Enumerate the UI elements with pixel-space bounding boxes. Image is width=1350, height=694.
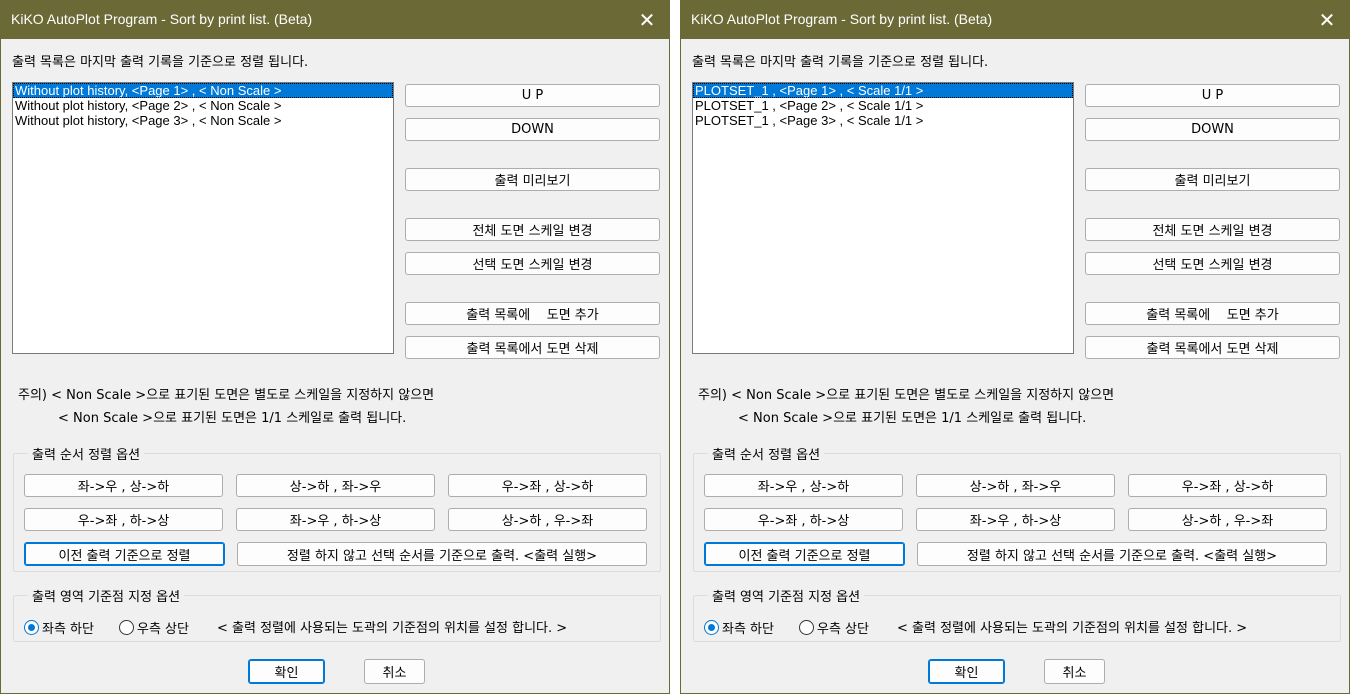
group-label: 출력 순서 정렬 옵션 <box>708 444 825 463</box>
sort-rl-bt-button[interactable]: 우->좌 , 하->상 <box>704 508 903 531</box>
radio-checked-icon[interactable] <box>24 620 39 635</box>
preview-button[interactable]: 출력 미리보기 <box>405 168 660 191</box>
sort-tb-lr-button[interactable]: 상->하 , 좌->우 <box>236 474 435 497</box>
note-line-2: < Non Scale >으로 표기된 도면은 1/1 스케일로 출력 됩니다. <box>58 411 407 426</box>
no-sort-run-button[interactable]: 정렬 하지 않고 선택 순서를 기준으로 출력. <출력 실행> <box>237 542 647 566</box>
list-item[interactable]: Without plot history, <Page 2> , < Non S… <box>13 98 393 113</box>
radio-label: 우측 상단 <box>817 622 869 637</box>
radio-top-right[interactable]: 우측 상단 <box>799 618 869 637</box>
remove-drawing-button[interactable]: 출력 목록에서 도면 삭제 <box>1085 336 1340 359</box>
info-text: 출력 목록은 마지막 출력 기록을 기준으로 정렬 됩니다. <box>692 55 989 70</box>
sort-tb-rl-button[interactable]: 상->하 , 우->좌 <box>1128 508 1327 531</box>
sort-lr-bt-button[interactable]: 좌->우 , 하->상 <box>916 508 1115 531</box>
dialog-window-left: KiKO AutoPlot Program - Sort by print li… <box>0 0 670 694</box>
list-item[interactable]: Without plot history, <Page 3> , < Non S… <box>13 113 393 128</box>
scale-all-button[interactable]: 전체 도면 스케일 변경 <box>1085 218 1340 241</box>
sort-rl-tb-button[interactable]: 우->좌 , 상->하 <box>448 474 647 497</box>
radio-bottom-left[interactable]: 좌측 하단 <box>24 618 94 637</box>
radio-unchecked-icon[interactable] <box>119 620 134 635</box>
title-bar[interactable]: KiKO AutoPlot Program - Sort by print li… <box>681 1 1349 39</box>
scale-all-button[interactable]: 전체 도면 스케일 변경 <box>405 218 660 241</box>
list-item[interactable]: Without plot history, <Page 1> , < Non S… <box>13 83 393 98</box>
scale-selected-button[interactable]: 선택 도면 스케일 변경 <box>405 252 660 275</box>
prev-sort-button[interactable]: 이전 출력 기준으로 정렬 <box>704 542 905 566</box>
close-icon[interactable]: ✕ <box>1305 1 1349 39</box>
window-title: KiKO AutoPlot Program - Sort by print li… <box>11 11 313 27</box>
sort-lr-bt-button[interactable]: 좌->우 , 하->상 <box>236 508 435 531</box>
note-line-1: 주의) < Non Scale >으로 표기된 도면은 별도로 스케일을 지정하… <box>698 388 1115 403</box>
ok-button[interactable]: 확인 <box>928 659 1005 684</box>
preview-button[interactable]: 출력 미리보기 <box>1085 168 1340 191</box>
down-button[interactable]: DOWN <box>1085 118 1340 141</box>
up-button[interactable]: U P <box>405 84 660 107</box>
title-bar[interactable]: KiKO AutoPlot Program - Sort by print li… <box>1 1 669 39</box>
origin-description: < 출력 정렬에 사용되는 도곽의 기준점의 위치를 설정 합니다. > <box>217 621 568 636</box>
dialog-window-right: KiKO AutoPlot Program - Sort by print li… <box>680 0 1350 694</box>
remove-drawing-button[interactable]: 출력 목록에서 도면 삭제 <box>405 336 660 359</box>
list-item[interactable]: PLOTSET_1 , <Page 1> , < Scale 1/1 > <box>693 83 1073 98</box>
sort-lr-tb-button[interactable]: 좌->우 , 상->하 <box>24 474 223 497</box>
radio-unchecked-icon[interactable] <box>799 620 814 635</box>
origin-description: < 출력 정렬에 사용되는 도곽의 기준점의 위치를 설정 합니다. > <box>897 621 1248 636</box>
info-text: 출력 목록은 마지막 출력 기록을 기준으로 정렬 됩니다. <box>12 55 309 70</box>
up-button[interactable]: U P <box>1085 84 1340 107</box>
radio-checked-icon[interactable] <box>704 620 719 635</box>
scale-selected-button[interactable]: 선택 도면 스케일 변경 <box>1085 252 1340 275</box>
cancel-button[interactable]: 취소 <box>364 659 425 684</box>
sort-rl-bt-button[interactable]: 우->좌 , 하->상 <box>24 508 223 531</box>
list-item[interactable]: PLOTSET_1 , <Page 3> , < Scale 1/1 > <box>693 113 1073 128</box>
cancel-button[interactable]: 취소 <box>1044 659 1105 684</box>
group-label: 출력 순서 정렬 옵션 <box>28 444 145 463</box>
close-icon[interactable]: ✕ <box>625 1 669 39</box>
sort-tb-rl-button[interactable]: 상->하 , 우->좌 <box>448 508 647 531</box>
note-line-2: < Non Scale >으로 표기된 도면은 1/1 스케일로 출력 됩니다. <box>738 411 1087 426</box>
add-drawing-button[interactable]: 출력 목록에 도면 추가 <box>405 302 660 325</box>
prev-sort-button[interactable]: 이전 출력 기준으로 정렬 <box>24 542 225 566</box>
window-title: KiKO AutoPlot Program - Sort by print li… <box>691 11 993 27</box>
radio-top-right[interactable]: 우측 상단 <box>119 618 189 637</box>
note-line-1: 주의) < Non Scale >으로 표기된 도면은 별도로 스케일을 지정하… <box>18 388 435 403</box>
group-label: 출력 영역 기준점 지정 옵션 <box>708 586 865 605</box>
ok-button[interactable]: 확인 <box>248 659 325 684</box>
sort-lr-tb-button[interactable]: 좌->우 , 상->하 <box>704 474 903 497</box>
radio-label: 우측 상단 <box>137 622 189 637</box>
add-drawing-button[interactable]: 출력 목록에 도면 추가 <box>1085 302 1340 325</box>
sort-rl-tb-button[interactable]: 우->좌 , 상->하 <box>1128 474 1327 497</box>
print-list[interactable]: PLOTSET_1 , <Page 1> , < Scale 1/1 > PLO… <box>692 82 1074 354</box>
sort-tb-lr-button[interactable]: 상->하 , 좌->우 <box>916 474 1115 497</box>
no-sort-run-button[interactable]: 정렬 하지 않고 선택 순서를 기준으로 출력. <출력 실행> <box>917 542 1327 566</box>
radio-bottom-left[interactable]: 좌측 하단 <box>704 618 774 637</box>
list-item[interactable]: PLOTSET_1 , <Page 2> , < Scale 1/1 > <box>693 98 1073 113</box>
down-button[interactable]: DOWN <box>405 118 660 141</box>
radio-label: 좌측 하단 <box>42 622 94 637</box>
print-list[interactable]: Without plot history, <Page 1> , < Non S… <box>12 82 394 354</box>
group-label: 출력 영역 기준점 지정 옵션 <box>28 586 185 605</box>
radio-label: 좌측 하단 <box>722 622 774 637</box>
